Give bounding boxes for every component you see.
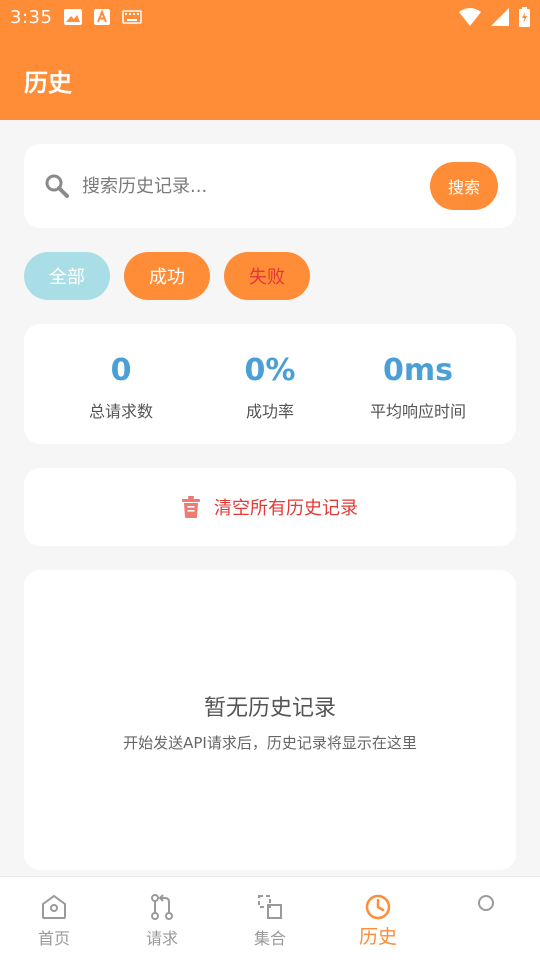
- stat-value: 0%: [244, 353, 296, 388]
- search-icon: [45, 174, 69, 198]
- status-time: 3:35: [10, 7, 53, 28]
- filter-chip-success[interactable]: 成功: [124, 252, 210, 300]
- search-input[interactable]: [82, 172, 412, 200]
- nav-item-more[interactable]: [436, 877, 536, 960]
- nav-item-collections[interactable]: 集合: [220, 877, 320, 960]
- bottom-navigation: 首页 请求 集合 历史: [0, 876, 540, 960]
- stat-label: 成功率: [245, 402, 294, 421]
- keyboard-notification-icon: [122, 10, 142, 24]
- nav-label: 集合: [253, 929, 286, 948]
- clock-icon: [365, 894, 391, 920]
- page-title: 历史: [24, 69, 72, 97]
- history-list-empty: 暂无历史记录 开始发送API请求后，历史记录将显示在这里: [24, 570, 516, 870]
- home-icon: [42, 894, 66, 919]
- stat-value: 0ms: [383, 353, 453, 388]
- empty-state-title: 暂无历史记录: [203, 696, 336, 721]
- stat-value: 0: [110, 353, 132, 388]
- search-button[interactable]: 搜索: [430, 162, 498, 210]
- filter-chip-failed[interactable]: 失败: [224, 252, 310, 300]
- request-icon: [151, 894, 173, 920]
- stat-success-rate: 0% 成功率: [195, 352, 345, 422]
- trash-icon: [182, 496, 200, 518]
- clear-history-label: 清空所有历史记录: [214, 498, 358, 519]
- battery-icon: [519, 7, 530, 27]
- nav-label: 请求: [145, 929, 178, 948]
- search-card: 搜索: [24, 144, 516, 228]
- status-system-icons: [459, 7, 530, 27]
- image-notification-icon: [64, 9, 82, 25]
- stat-avg-response-time: 0ms 平均响应时间: [343, 352, 493, 422]
- nav-item-requests[interactable]: 请求: [112, 877, 212, 960]
- filter-chips: 全部 成功 失败: [24, 252, 310, 300]
- font-notification-icon: [94, 9, 110, 25]
- app-bar: 历史: [0, 36, 540, 120]
- wifi-icon: [459, 8, 481, 26]
- nav-item-home[interactable]: 首页: [4, 877, 104, 960]
- nav-item-history[interactable]: 历史: [328, 877, 428, 960]
- clear-history-button[interactable]: 清空所有历史记录: [24, 468, 516, 546]
- empty-state-subtitle: 开始发送API请求后，历史记录将显示在这里: [123, 734, 417, 752]
- stats-card: 0 总请求数 0% 成功率 0ms 平均响应时间: [24, 324, 516, 444]
- filter-chip-all[interactable]: 全部: [24, 252, 110, 300]
- status-bar: 3:35: [0, 0, 540, 36]
- signal-icon: [491, 8, 509, 26]
- circle-icon: [478, 895, 494, 911]
- stat-total-requests: 0 总请求数: [46, 352, 196, 422]
- nav-label: 历史: [358, 926, 397, 948]
- nav-label: 首页: [37, 929, 70, 948]
- status-notification-icons: [64, 9, 142, 25]
- collection-icon: [258, 895, 282, 919]
- stat-label: 平均响应时间: [369, 402, 466, 421]
- stat-label: 总请求数: [88, 402, 153, 421]
